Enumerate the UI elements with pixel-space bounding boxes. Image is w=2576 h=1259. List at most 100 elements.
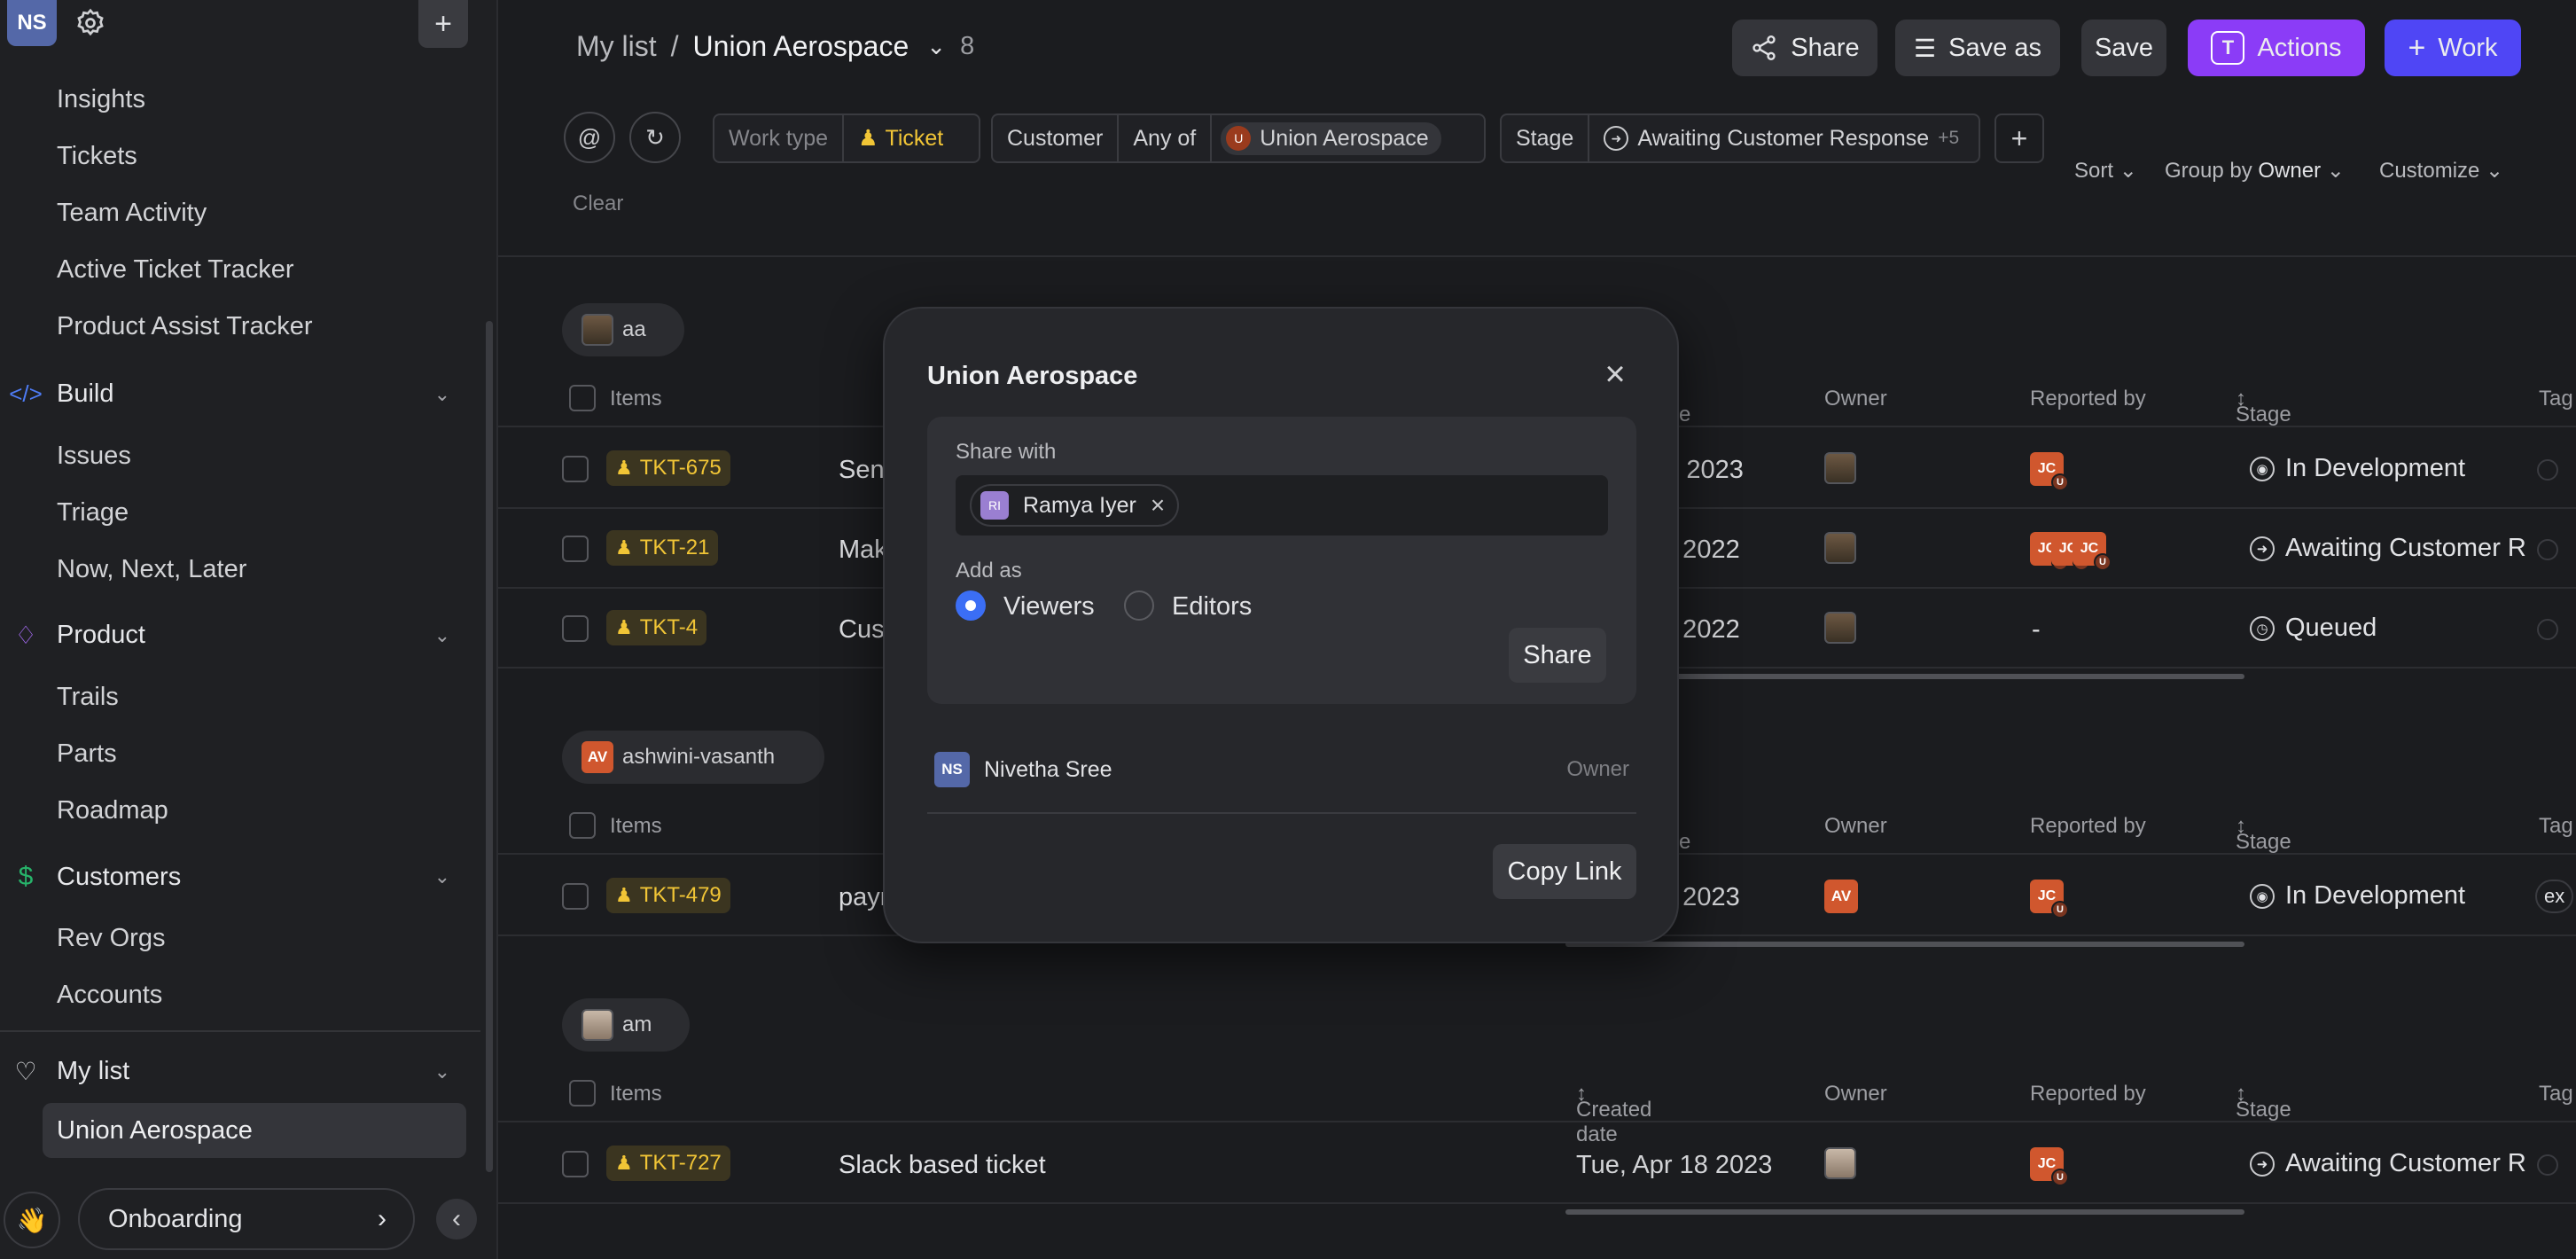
chevron-down-icon[interactable]: ⌄: [434, 1060, 450, 1083]
row-checkbox[interactable]: [562, 615, 589, 642]
editors-label[interactable]: Editors: [1172, 592, 1252, 622]
horizontal-scrollbar[interactable]: [1565, 1209, 2244, 1215]
sidebar-item-insights[interactable]: Insights: [57, 85, 145, 114]
save-button[interactable]: Save: [2081, 20, 2166, 76]
column-reported-by[interactable]: Reported by: [2030, 1082, 2146, 1107]
column-stage[interactable]: Stage ↕: [2236, 387, 2291, 426]
history-icon[interactable]: ↻: [629, 112, 681, 163]
settings-gear-icon[interactable]: [74, 7, 106, 39]
viewers-radio[interactable]: [956, 590, 986, 621]
sidebar-item-parts[interactable]: Parts: [57, 739, 117, 769]
column-created-date[interactable]: Created date ↕: [1576, 1082, 1651, 1146]
owner-avatar[interactable]: [1824, 612, 1856, 644]
sidebar-item-team-activity[interactable]: Team Activity: [57, 199, 207, 228]
group-header-am[interactable]: am: [562, 998, 690, 1052]
sidebar-item-now-next-later[interactable]: Now, Next, Later: [57, 555, 246, 584]
column-owner[interactable]: Owner: [1824, 387, 1887, 411]
sidebar-section-my-list[interactable]: ♡ My list: [12, 1057, 129, 1086]
row-title[interactable]: Mak: [839, 536, 887, 565]
sidebar-section-build[interactable]: </> Build: [9, 379, 113, 409]
sidebar-item-product-assist-tracker[interactable]: Product Assist Tracker: [57, 312, 313, 341]
row-stage[interactable]: ➜ Awaiting Customer R: [2250, 1149, 2526, 1178]
chevron-down-icon[interactable]: ⌄: [434, 624, 450, 647]
wave-button[interactable]: 👋: [4, 1192, 60, 1248]
reporter-avatar[interactable]: JCU: [2030, 452, 2069, 491]
column-owner[interactable]: Owner: [1824, 814, 1887, 839]
reporter-avatar[interactable]: JCU: [2030, 1147, 2069, 1186]
clear-filters-button[interactable]: Clear: [573, 192, 623, 216]
chevron-down-icon[interactable]: ⌄: [926, 33, 946, 60]
sidebar-item-union-aerospace[interactable]: Union Aerospace: [43, 1103, 466, 1158]
share-confirm-button[interactable]: Share: [1509, 628, 1606, 683]
ticket-id-badge[interactable]: ♟ TKT-4: [606, 610, 707, 645]
mention-filter-button[interactable]: @: [564, 112, 615, 163]
row-stage[interactable]: ◉ In Development: [2250, 881, 2465, 911]
share-button[interactable]: Share: [1732, 20, 1877, 76]
close-icon[interactable]: ×: [1597, 355, 1633, 394]
actions-button[interactable]: T Actions: [2188, 20, 2365, 76]
customer-filter[interactable]: Customer Any of U Union Aerospace: [991, 113, 1486, 163]
sidebar-item-issues[interactable]: Issues: [57, 442, 131, 471]
row-checkbox[interactable]: [562, 536, 589, 562]
column-reported-by[interactable]: Reported by: [2030, 814, 2146, 839]
sidebar-item-triage[interactable]: Triage: [57, 498, 129, 528]
row-checkbox[interactable]: [562, 883, 589, 910]
column-owner[interactable]: Owner: [1824, 1082, 1887, 1107]
owner-avatar[interactable]: AV: [1824, 880, 1858, 913]
row-checkbox[interactable]: [562, 456, 589, 482]
sidebar-item-active-ticket-tracker[interactable]: Active Ticket Tracker: [57, 255, 294, 285]
ticket-id-badge[interactable]: ♟ TKT-675: [606, 450, 730, 486]
row-title[interactable]: Sen: [839, 456, 885, 485]
column-stage[interactable]: Stage ↕: [2236, 814, 2291, 854]
tag-chip[interactable]: ex: [2535, 880, 2574, 913]
column-tags[interactable]: Tag: [2539, 1082, 2573, 1107]
select-all-checkbox[interactable]: [569, 1080, 596, 1107]
row-title[interactable]: Slack based ticket: [839, 1151, 1046, 1180]
table-row[interactable]: ♟ TKT-727 Slack based ticket Tue, Apr 18 …: [498, 1124, 2576, 1204]
column-stage[interactable]: Stage ↕: [2236, 1082, 2291, 1122]
ticket-id-badge[interactable]: ♟ TKT-727: [606, 1146, 730, 1181]
copy-link-button[interactable]: Copy Link: [1493, 844, 1636, 899]
work-button[interactable]: + Work: [2385, 20, 2521, 76]
onboarding-button[interactable]: Onboarding ›: [78, 1188, 415, 1250]
sort-button[interactable]: Sort ⌄: [2074, 158, 2137, 184]
sidebar-item-roadmap[interactable]: Roadmap: [57, 796, 168, 825]
column-items[interactable]: Items: [610, 1082, 662, 1107]
ticket-id-badge[interactable]: ♟ TKT-21: [606, 530, 719, 566]
remove-recipient-icon[interactable]: ×: [1151, 491, 1165, 520]
group-header-aa[interactable]: aa: [562, 303, 684, 356]
row-title[interactable]: Cus: [839, 615, 885, 645]
column-items[interactable]: Items: [610, 814, 662, 839]
select-all-checkbox[interactable]: [569, 385, 596, 411]
work-type-filter[interactable]: Work type ♟ Ticket: [713, 113, 980, 163]
sidebar-item-trails[interactable]: Trails: [57, 683, 119, 712]
group-header-ashwini-vasanth[interactable]: AV ashwini-vasanth: [562, 731, 824, 784]
collapse-sidebar-button[interactable]: ‹: [436, 1199, 477, 1239]
customize-button[interactable]: Customize ⌄: [2379, 158, 2503, 184]
row-stage[interactable]: ◉ In Development: [2250, 454, 2465, 483]
owner-avatar[interactable]: [1824, 1147, 1856, 1179]
viewers-label[interactable]: Viewers: [1003, 592, 1095, 622]
share-with-input[interactable]: RI Ramya Iyer ×: [956, 475, 1608, 536]
horizontal-scrollbar[interactable]: [1565, 942, 2244, 947]
sidebar-section-product[interactable]: ♢ Product: [12, 621, 145, 650]
sidebar-item-tickets[interactable]: Tickets: [57, 142, 137, 171]
save-as-button[interactable]: ☰ Save as: [1895, 20, 2060, 76]
new-item-plus-button[interactable]: +: [418, 0, 468, 48]
owner-avatar[interactable]: [1824, 452, 1856, 484]
row-title[interactable]: payr: [839, 883, 888, 912]
editors-radio[interactable]: [1124, 590, 1154, 621]
column-items[interactable]: Items: [610, 387, 662, 411]
chevron-down-icon[interactable]: ⌄: [434, 865, 450, 888]
user-avatar[interactable]: NS: [7, 0, 57, 46]
sidebar-item-rev-orgs[interactable]: Rev Orgs: [57, 924, 165, 953]
ticket-id-badge[interactable]: ♟ TKT-479: [606, 878, 730, 913]
page-title[interactable]: Union Aerospace: [693, 30, 909, 63]
sidebar-item-accounts[interactable]: Accounts: [57, 981, 162, 1010]
reporter-avatar[interactable]: JCU: [2073, 532, 2112, 571]
owner-avatar[interactable]: [1824, 532, 1856, 564]
column-reported-by[interactable]: Reported by: [2030, 387, 2146, 411]
sidebar-scrollbar[interactable]: [486, 321, 493, 1172]
row-checkbox[interactable]: [562, 1151, 589, 1177]
column-tags[interactable]: Tag: [2539, 814, 2573, 839]
